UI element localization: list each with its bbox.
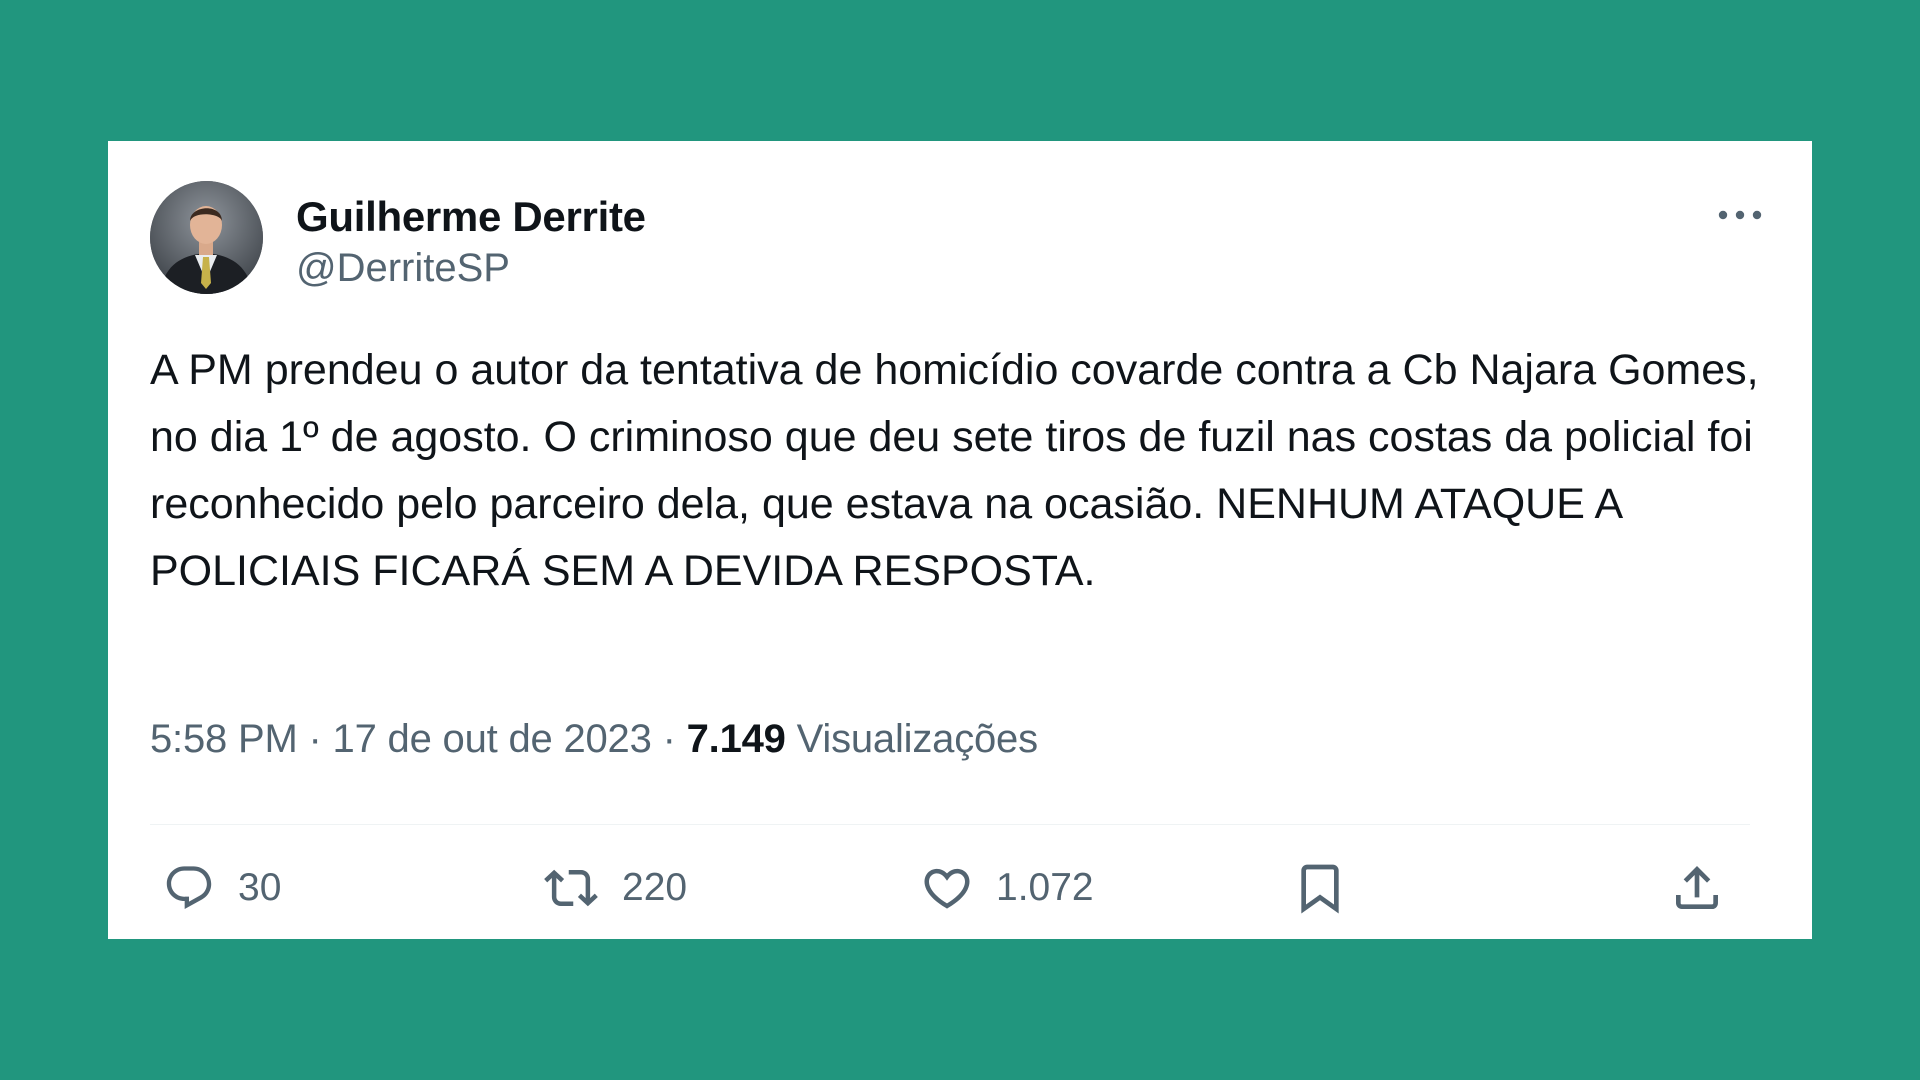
like-button[interactable]: 1.072 — [918, 853, 1094, 923]
bookmark-button[interactable] — [1292, 853, 1348, 923]
user-info: Guilherme Derrite @DerriteSP — [296, 193, 646, 291]
retweet-icon — [544, 869, 598, 907]
tweet-date[interactable]: 17 de out de 2023 — [333, 717, 652, 761]
tweet-time[interactable]: 5:58 PM — [150, 717, 298, 761]
divider — [150, 824, 1750, 825]
heart-icon — [924, 868, 970, 909]
tweet-header: Guilherme Derrite @DerriteSP — [150, 181, 1770, 296]
views-label: Visualizações — [796, 717, 1038, 761]
action-bar: 30 220 1.072 — [150, 853, 1750, 923]
reply-icon — [166, 866, 212, 910]
more-options-button[interactable] — [1710, 195, 1770, 235]
meta-separator: · — [651, 717, 687, 761]
more-horizontal-icon — [1718, 210, 1762, 220]
user-handle[interactable]: @DerriteSP — [296, 245, 646, 291]
like-count: 1.072 — [996, 866, 1094, 909]
tweet-metadata: 5:58 PM · 17 de out de 2023 · 7.149 Visu… — [150, 717, 1038, 762]
reply-count: 30 — [238, 866, 282, 909]
avatar[interactable] — [150, 181, 263, 294]
tweet-text: A PM prendeu o autor da tentativa de hom… — [150, 346, 1771, 595]
retweet-button[interactable]: 220 — [540, 853, 687, 923]
tweet-card[interactable]: Guilherme Derrite @DerriteSP A PM prende… — [108, 141, 1812, 939]
meta-separator: · — [297, 717, 333, 761]
views-count: 7.149 — [686, 717, 786, 761]
display-name[interactable]: Guilherme Derrite — [296, 193, 646, 241]
retweet-count: 220 — [622, 866, 688, 909]
reply-button[interactable]: 30 — [160, 853, 281, 923]
bookmark-icon — [1301, 864, 1339, 914]
avatar-image — [150, 181, 263, 294]
share-icon — [1676, 866, 1718, 909]
share-button[interactable] — [1668, 853, 1726, 923]
